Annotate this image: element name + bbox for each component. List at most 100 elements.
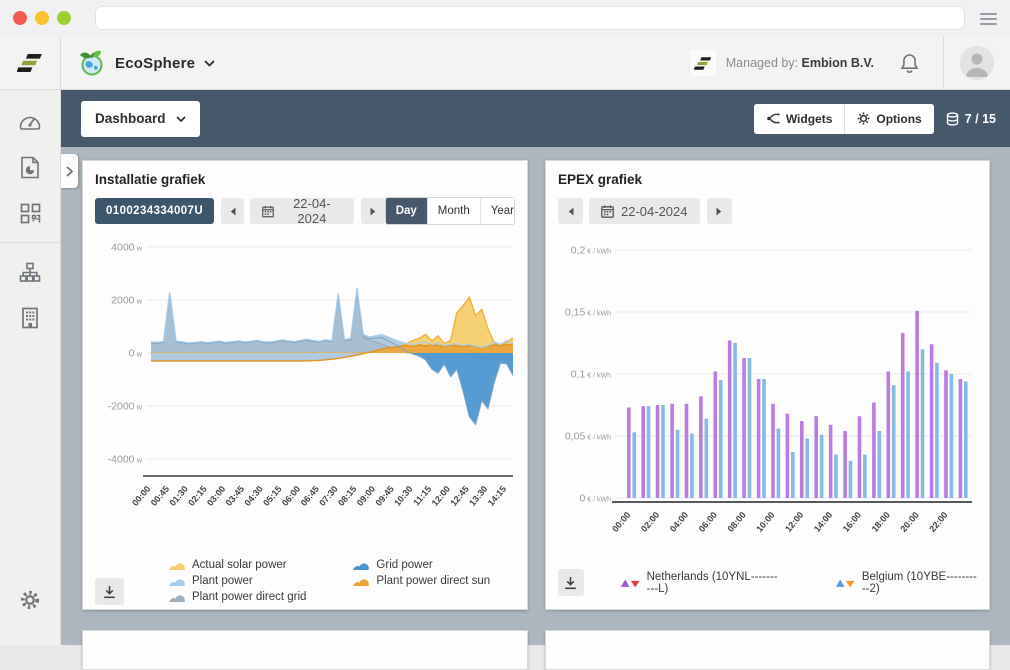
svg-text:12:00: 12:00 bbox=[430, 484, 452, 508]
options-button-label: Options bbox=[876, 112, 921, 126]
epex-download-chart-button[interactable] bbox=[558, 569, 584, 596]
partial-panel bbox=[82, 630, 528, 670]
minimize-window-button[interactable] bbox=[35, 11, 49, 25]
arrow-left-icon bbox=[230, 207, 236, 216]
stack-icon bbox=[946, 112, 959, 126]
settings-gear-icon bbox=[19, 589, 41, 611]
svg-text:02:00: 02:00 bbox=[639, 510, 661, 534]
svg-text:01:30: 01:30 bbox=[168, 484, 190, 508]
next-date-button[interactable] bbox=[361, 198, 384, 224]
chevron-right-icon bbox=[66, 166, 73, 177]
tab-month[interactable]: Month bbox=[427, 198, 480, 224]
sidebar-item-widgets[interactable] bbox=[0, 190, 61, 236]
embion-mini-icon bbox=[694, 55, 712, 72]
svg-text:14:00: 14:00 bbox=[812, 510, 834, 534]
svg-text:12:00: 12:00 bbox=[783, 510, 805, 534]
dashboard-dropdown[interactable]: Dashboard bbox=[81, 101, 200, 137]
svg-text:0,15 € / kWh: 0,15 € / kWh bbox=[565, 307, 611, 319]
device-id-button[interactable]: 0100234334007U bbox=[95, 198, 214, 224]
epex-next-date-button[interactable] bbox=[707, 198, 732, 224]
prev-date-button[interactable] bbox=[221, 198, 244, 224]
dashboard-toolbar: Dashboard Widgets bbox=[61, 90, 1010, 147]
date-picker-value: 22-04-2024 bbox=[281, 196, 342, 226]
svg-text:00:00: 00:00 bbox=[130, 484, 152, 508]
legend-item: Actual solar power bbox=[168, 557, 306, 573]
notifications-bell-icon[interactable] bbox=[900, 53, 919, 74]
widget-counter: 7 / 15 bbox=[946, 112, 996, 126]
partial-panel bbox=[545, 630, 990, 670]
close-window-button[interactable] bbox=[13, 11, 27, 25]
arrow-right-icon bbox=[716, 207, 722, 216]
dashboard-content: Installatie grafiek 0100234334007U 22-04… bbox=[61, 147, 1010, 645]
epex-prev-date-button[interactable] bbox=[558, 198, 583, 224]
browser-chrome bbox=[0, 0, 1010, 36]
sidebar-item-organization[interactable] bbox=[0, 295, 61, 341]
date-picker-button[interactable]: 22-04-2024 bbox=[250, 198, 354, 224]
area-swatch-icon bbox=[352, 576, 370, 587]
sidebar-nav bbox=[0, 90, 61, 645]
svg-text:16:00: 16:00 bbox=[841, 510, 863, 534]
svg-text:10:00: 10:00 bbox=[754, 510, 776, 534]
grid-widgets-icon bbox=[20, 203, 41, 224]
epex-legend: Netherlands (10YNL----------L) Belgium (… bbox=[620, 575, 977, 591]
download-icon bbox=[564, 576, 577, 590]
epex-date-picker-button[interactable]: 22-04-2024 bbox=[589, 198, 700, 224]
widgets-icon bbox=[766, 112, 780, 125]
svg-text:09:45: 09:45 bbox=[373, 484, 395, 508]
url-bar[interactable] bbox=[95, 6, 965, 30]
widgets-button-label: Widgets bbox=[786, 112, 833, 126]
sidebar-item-reports[interactable] bbox=[0, 144, 61, 190]
calendar-icon bbox=[262, 205, 274, 218]
sidebar-item-sitemap[interactable] bbox=[0, 249, 61, 295]
browser-menu-icon[interactable] bbox=[980, 13, 997, 28]
tab-day[interactable]: Day bbox=[386, 198, 427, 224]
options-button[interactable]: Options bbox=[844, 104, 933, 134]
calendar-icon bbox=[601, 205, 614, 218]
user-avatar[interactable] bbox=[960, 46, 994, 80]
svg-text:00:45: 00:45 bbox=[149, 484, 171, 508]
legend-item: Netherlands (10YNL----------L) bbox=[620, 575, 779, 591]
embion-bars-icon bbox=[17, 51, 43, 75]
svg-text:08:00: 08:00 bbox=[725, 510, 747, 534]
widgets-button[interactable]: Widgets bbox=[754, 104, 845, 134]
tab-year[interactable]: Year bbox=[480, 198, 515, 224]
area-swatch-icon bbox=[168, 592, 186, 603]
area-swatch-icon bbox=[352, 560, 370, 571]
installatie-chart: 4000 w2000 w0 w-2000 w-4000 w00:0000:450… bbox=[95, 230, 519, 550]
svg-text:08:15: 08:15 bbox=[336, 484, 358, 508]
epex-panel: EPEX grafiek 22-04-2024 0,2 € / kWh0,15 … bbox=[545, 160, 990, 610]
chevron-down-icon bbox=[176, 116, 186, 122]
svg-text:2000 w: 2000 w bbox=[111, 295, 142, 307]
svg-text:09:00: 09:00 bbox=[355, 484, 377, 508]
svg-text:11:15: 11:15 bbox=[411, 484, 433, 508]
svg-text:18:00: 18:00 bbox=[870, 510, 892, 534]
epex-panel-title: EPEX grafiek bbox=[558, 172, 977, 187]
dashboard-dropdown-label: Dashboard bbox=[95, 111, 166, 126]
gauge-icon bbox=[18, 110, 42, 132]
arrow-right-icon bbox=[370, 207, 376, 216]
managed-by-text: Managed by: Embion B.V. bbox=[726, 56, 874, 70]
sitemap-icon bbox=[19, 262, 41, 283]
sidebar-item-dashboard[interactable] bbox=[0, 98, 61, 144]
svg-text:13:30: 13:30 bbox=[467, 484, 489, 508]
sidebar-expand-tab[interactable] bbox=[61, 154, 78, 188]
epex-chart: 0,2 € / kWh0,15 € / kWh0,1 € / kWh0,05 €… bbox=[558, 230, 979, 562]
svg-text:-2000 w: -2000 w bbox=[108, 401, 143, 413]
arrow-left-icon bbox=[568, 207, 574, 216]
svg-text:04:30: 04:30 bbox=[242, 484, 264, 508]
sidebar-item-settings[interactable] bbox=[0, 577, 61, 623]
epex-date-picker-value: 22-04-2024 bbox=[621, 204, 688, 219]
svg-text:06:00: 06:00 bbox=[697, 510, 719, 534]
download-chart-button[interactable] bbox=[95, 578, 124, 605]
managed-by-logo bbox=[690, 50, 716, 76]
svg-text:10:30: 10:30 bbox=[392, 484, 414, 508]
ecosphere-globe-icon bbox=[78, 49, 106, 77]
area-swatch-icon bbox=[168, 576, 186, 587]
area-swatch-icon bbox=[168, 560, 186, 571]
brand-menu[interactable]: EcoSphere bbox=[78, 36, 215, 90]
brand-name: EcoSphere bbox=[115, 55, 195, 72]
header-divider bbox=[943, 36, 944, 90]
svg-text:0 € / kWh: 0 € / kWh bbox=[579, 493, 611, 505]
zoom-window-button[interactable] bbox=[57, 11, 71, 25]
embion-logo[interactable] bbox=[0, 36, 61, 90]
